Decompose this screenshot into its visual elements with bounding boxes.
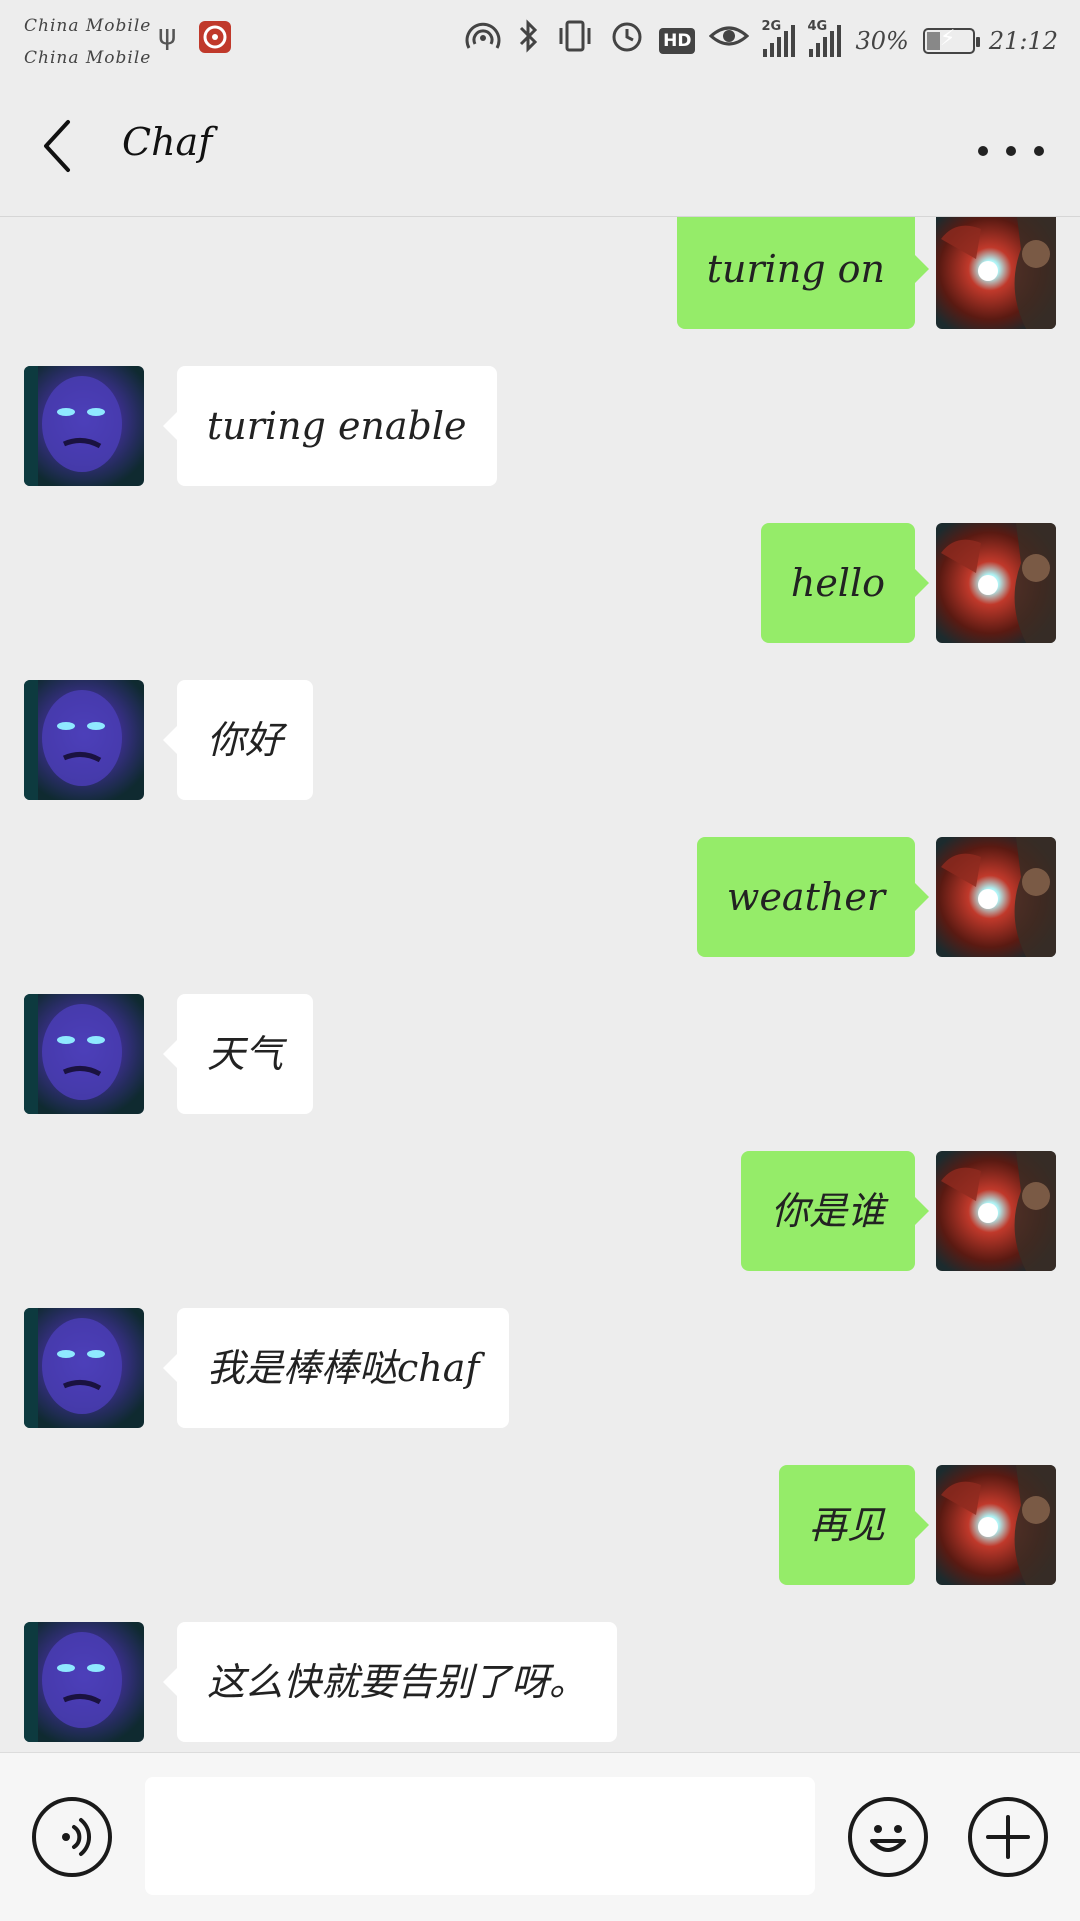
- eye-comfort-icon: [709, 18, 750, 64]
- my-avatar[interactable]: [936, 837, 1056, 957]
- incoming-message: 你好: [0, 680, 1080, 800]
- incoming-message: 这么快就要告别了呀。: [0, 1622, 1080, 1742]
- outgoing-message: 你是谁: [0, 1151, 1080, 1271]
- message-bubble[interactable]: 我是棒棒哒chaf: [162, 1308, 510, 1428]
- input-bar: [0, 1752, 1080, 1921]
- outgoing-message: weather: [0, 837, 1080, 957]
- signal-4g-icon: 4G: [807, 19, 842, 57]
- contact-avatar[interactable]: [24, 1308, 144, 1428]
- add-button[interactable]: [968, 1797, 1048, 1877]
- contact-avatar[interactable]: [24, 1622, 144, 1742]
- outgoing-message: 再见: [0, 1465, 1080, 1585]
- hotspot-icon: [463, 18, 503, 64]
- my-avatar[interactable]: [936, 217, 1056, 329]
- back-button[interactable]: [38, 114, 86, 178]
- status-icons: HD 2G 4G 30% ⚡ 21:12: [463, 18, 1058, 64]
- carrier-1: China Mobile: [24, 16, 152, 36]
- message-bubble[interactable]: turing enable: [163, 366, 497, 486]
- my-avatar[interactable]: [936, 1465, 1056, 1585]
- message-bubble[interactable]: turing on: [676, 217, 930, 329]
- hd-icon: HD: [659, 28, 696, 54]
- clock: 21:12: [988, 27, 1058, 55]
- my-avatar[interactable]: [936, 523, 1056, 643]
- chat-title: Chaf: [122, 120, 213, 164]
- incoming-message: 天气: [0, 994, 1080, 1114]
- app-notification-icon: [198, 20, 232, 61]
- message-bubble[interactable]: 你是谁: [740, 1151, 930, 1271]
- more-button[interactable]: [978, 136, 1044, 166]
- add-icon: [986, 1815, 1030, 1859]
- incoming-message: 我是棒棒哒chaf: [0, 1308, 1080, 1428]
- outgoing-message: turing on: [0, 217, 1080, 329]
- usb-icon: ψ: [158, 18, 177, 51]
- chevron-left-icon: [44, 120, 70, 172]
- message-bubble[interactable]: hello: [760, 523, 930, 643]
- chat-header: Chaf: [0, 80, 1080, 217]
- contact-avatar[interactable]: [24, 366, 144, 486]
- outgoing-message: hello: [0, 523, 1080, 643]
- emoji-button[interactable]: [848, 1797, 928, 1877]
- contact-avatar[interactable]: [24, 994, 144, 1114]
- my-avatar[interactable]: [936, 1151, 1056, 1271]
- emoji-icon: [870, 1825, 906, 1852]
- message-bubble[interactable]: 天气: [162, 994, 314, 1114]
- message-bubble[interactable]: 你好: [162, 680, 314, 800]
- signal-2g-icon: 2G: [761, 19, 796, 57]
- status-bar: China Mobile China Mobile ψ HD 2G 4G 30%…: [0, 0, 1080, 80]
- contact-avatar[interactable]: [24, 680, 144, 800]
- voice-input-icon: [62, 1818, 92, 1856]
- battery-charging-icon: ⚡: [922, 26, 980, 54]
- message-list[interactable]: turing on turing enable hello 你好 weather 天气你是…: [0, 217, 1080, 1752]
- bluetooth-icon: [517, 18, 541, 64]
- vibrate-icon: [555, 18, 595, 64]
- more-dots-icon: [978, 146, 988, 156]
- carrier-labels: China Mobile China Mobile: [24, 10, 151, 74]
- voice-button[interactable]: [32, 1797, 112, 1877]
- carrier-2: China Mobile: [24, 48, 152, 68]
- message-bubble[interactable]: 这么快就要告别了呀。: [162, 1622, 618, 1742]
- battery-percent: 30%: [855, 27, 909, 55]
- message-bubble[interactable]: 再见: [778, 1465, 930, 1585]
- message-input[interactable]: [145, 1777, 815, 1895]
- message-bubble[interactable]: weather: [696, 837, 930, 957]
- alarm-icon: [609, 18, 645, 64]
- incoming-message: turing enable: [0, 366, 1080, 486]
